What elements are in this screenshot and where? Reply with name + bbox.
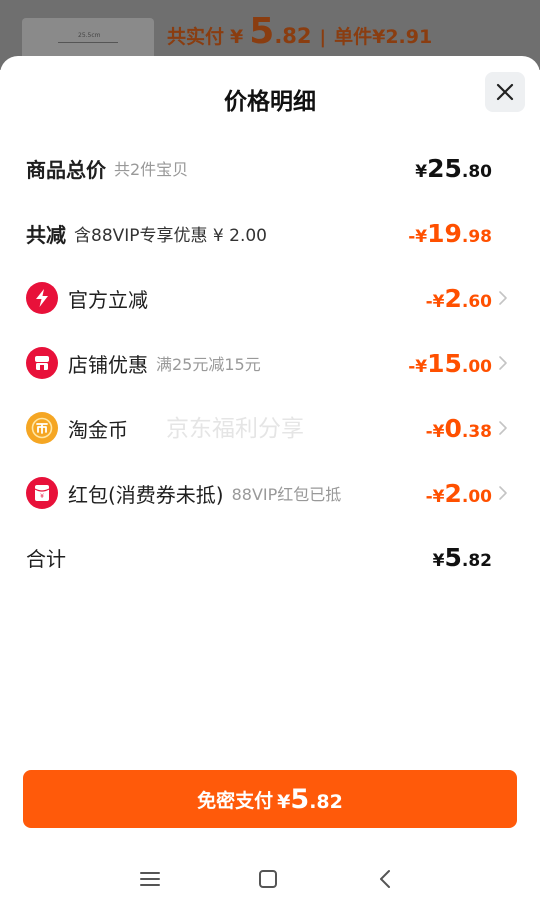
official-discount-dec: .60 [461,291,492,312]
total-reduction-currency: -¥ [408,226,428,247]
menu-icon [140,872,160,886]
red-packet-int: 2 [444,478,462,508]
nav-home-button[interactable] [253,864,283,894]
taobao-coin-amount: -¥ 0 .38 [426,414,492,443]
goods-total-amount: ¥ 25 .80 [415,154,492,183]
total-reduction-int: 19 [427,218,462,248]
chevron-right-icon [499,356,507,370]
home-icon [259,870,277,888]
row-goods-total: 商品总价 共2件宝贝 ¥ 25 .80 [0,148,540,188]
background-total-dec: .82 [274,24,312,48]
red-packet-dec: .00 [461,486,492,507]
grand-total-label: 合计 [26,546,66,571]
total-reduction-sub: 含88VIP专享优惠 ¥ 2.00 [74,225,268,246]
official-discount-amount: -¥ 2 .60 [426,284,492,313]
row-total-reduction: 共减 含88VIP专享优惠 ¥ 2.00 -¥ 19 .98 [0,213,540,253]
nav-menu-button[interactable] [135,864,165,894]
background-total-int: 5 [249,11,275,52]
total-reduction-amount: -¥ 19 .98 [408,219,492,248]
pay-button-int: 5 [290,783,310,815]
sheet-title: 价格明细 [224,89,316,115]
password-free-pay-button[interactable]: 免密支付 ¥ 5 .82 [23,770,517,828]
background-total-label: 共实付 [167,26,225,48]
red-packet-label: 红包(消费券未抵) [68,482,224,507]
total-reduction-label: 共减 [26,222,66,247]
back-icon [380,870,390,888]
goods-total-sub: 共2件宝贝 [114,160,189,179]
background-total-currency: ¥ [230,26,244,48]
goods-total-label: 商品总价 [26,157,106,182]
nav-back-button[interactable] [370,864,400,894]
total-reduction-dec: .98 [461,226,492,247]
red-packet-currency: -¥ [425,486,445,507]
taobao-coin-label: 淘金币 [68,417,128,442]
grand-total-currency: ¥ [432,550,445,571]
coin-icon [26,412,58,444]
close-button[interactable] [485,72,525,112]
grand-total-dec: .82 [461,550,492,571]
thumbnail-text: 25.5cm [78,32,101,39]
background-unit-price: 单件¥2.91 [334,26,433,48]
shop-discount-amount: -¥ 15 .00 [408,349,492,378]
chevron-right-icon [499,486,507,500]
shop-discount-int: 15 [427,348,462,378]
pay-button-label: 免密支付 [197,789,274,812]
background-price-summary: 共实付 ¥ 5 .82 | 单件¥2.91 [167,14,432,50]
goods-total-int: 25 [427,153,462,183]
shop-discount-sub: 满25元减15元 [156,355,261,374]
svg-text:¥: ¥ [40,493,44,500]
goods-total-dec: .80 [461,161,492,182]
row-official-discount[interactable]: 官方立减 -¥ 2 .60 [0,278,540,318]
taobao-coin-currency: -¥ [425,421,445,442]
grand-total-amount: ¥ 5 .82 [433,543,492,572]
chevron-right-icon [499,421,507,435]
red-packet-icon: ¥ [26,477,58,509]
watermark-text: 京东福利分享 [166,416,304,442]
red-packet-amount: -¥ 2 .00 [426,479,492,508]
row-shop-discount[interactable]: 店铺优惠 满25元减15元 -¥ 15 .00 [0,343,540,383]
shop-discount-currency: -¥ [408,356,428,377]
goods-total-currency: ¥ [415,161,428,182]
red-packet-sub: 88VIP红包已抵 [231,485,342,504]
shop-icon [26,347,58,379]
official-discount-currency: -¥ [425,291,445,312]
shop-discount-label: 店铺优惠 [68,352,148,377]
background-separator: | [319,27,327,48]
row-red-packet[interactable]: ¥ 红包(消费券未抵) 88VIP红包已抵 -¥ 2 .00 [0,473,540,513]
shop-discount-dec: .00 [461,356,492,377]
thumbnail-line [58,42,118,43]
row-grand-total: 合计 ¥ 5 .82 [0,537,540,577]
chevron-right-icon [499,291,507,305]
lightning-icon [26,282,58,314]
pay-button-currency: ¥ [277,790,291,813]
taobao-coin-int: 0 [444,413,462,443]
grand-total-int: 5 [444,542,462,572]
close-icon [496,83,514,101]
pay-button-dec: .82 [309,790,343,813]
official-discount-label: 官方立减 [68,287,148,312]
pay-button-amount: ¥ 5 .82 [273,784,343,815]
system-nav-bar [0,850,540,910]
taobao-coin-dec: .38 [461,421,492,442]
official-discount-int: 2 [444,283,462,313]
